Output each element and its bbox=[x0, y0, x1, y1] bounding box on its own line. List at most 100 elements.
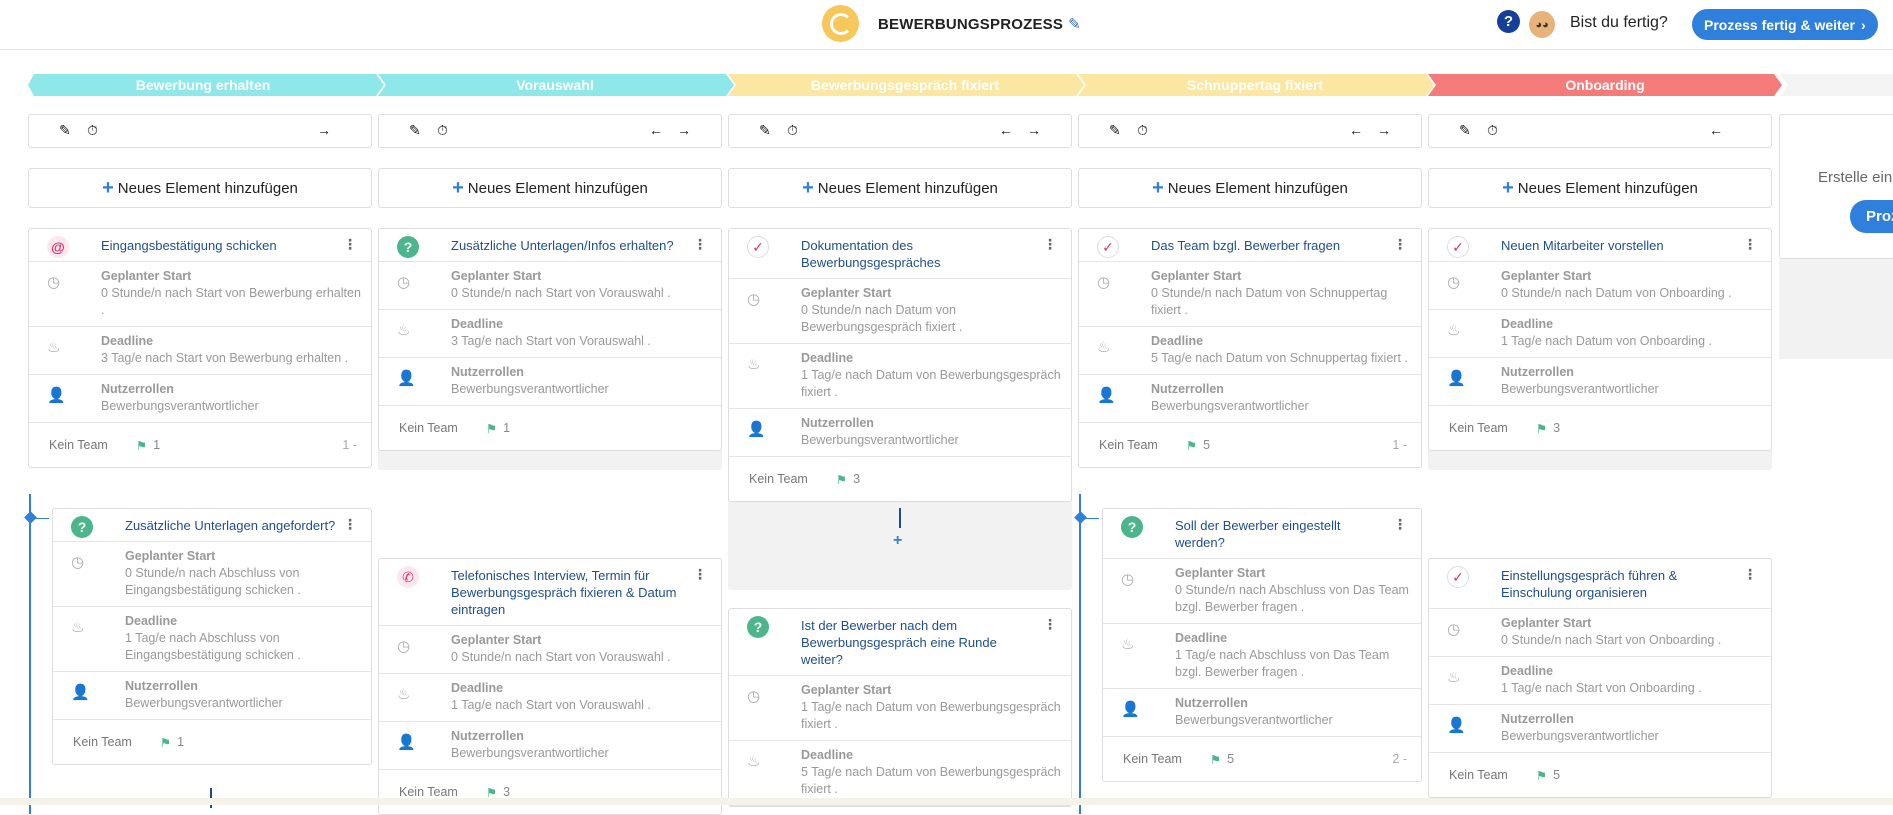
task-card[interactable]: ? Soll der Bewerber eingestellt werden? ⋮ … bbox=[1102, 508, 1422, 782]
app-logo[interactable] bbox=[822, 5, 859, 42]
deadline-label: Deadline bbox=[1151, 334, 1204, 348]
flame-icon: ♨ bbox=[397, 322, 411, 339]
roles-value: Bewerbungsverantwortlicher bbox=[801, 433, 959, 447]
create-stage-button[interactable]: Proz bbox=[1850, 200, 1893, 233]
deadline-value: 1 Tag/e nach Abschluss von Eingangsbestä… bbox=[125, 631, 301, 662]
roles-value: Bewerbungsverantwortlicher bbox=[125, 696, 283, 710]
task-card[interactable]: ? Zusätzliche Unterlagen angefordert? ⋮ ◷ G… bbox=[52, 508, 372, 765]
user-icon: 👤 bbox=[747, 421, 766, 438]
task-card[interactable]: ✆ Telefonisches Interview, Termin für Bew… bbox=[378, 558, 722, 815]
task-title: Neuen Mitarbeiter vorstellen bbox=[1501, 238, 1664, 253]
edit-pencil-icon[interactable]: ✎ bbox=[1459, 122, 1471, 139]
arrow-left-icon[interactable]: ← bbox=[999, 122, 1013, 138]
user-icon: 👤 bbox=[397, 734, 416, 751]
flag-icon: ⚑ bbox=[135, 438, 148, 453]
clock-icon: ◷ bbox=[397, 638, 411, 655]
add-element-button[interactable]: + Neues Element hinzufügen bbox=[728, 168, 1072, 208]
clock-icon: ◷ bbox=[47, 274, 61, 291]
more-options-icon[interactable]: ⋮ bbox=[693, 236, 707, 253]
process-title[interactable]: BEWERBUNGSPROZESS ✎ bbox=[878, 15, 1081, 34]
help-icon[interactable]: ? bbox=[1497, 10, 1520, 33]
roles-label: Nutzerrollen bbox=[1175, 696, 1248, 710]
connector-line bbox=[899, 508, 901, 528]
more-options-icon[interactable]: ⋮ bbox=[1743, 236, 1757, 253]
task-card[interactable]: ? Ist der Bewerber nach dem Bewerbungsges… bbox=[728, 608, 1072, 807]
task-title: Eingangsbestätigung schicken bbox=[101, 238, 277, 253]
add-element-button[interactable]: + Neues Element hinzufügen bbox=[28, 168, 372, 208]
column-toolbar: ✎ ⏱ → bbox=[28, 114, 372, 148]
edit-pencil-icon[interactable]: ✎ bbox=[1109, 122, 1121, 139]
question-icon: ? bbox=[747, 616, 769, 638]
user-icon: 👤 bbox=[47, 387, 66, 404]
flag-icon: ⚑ bbox=[1209, 752, 1222, 767]
more-options-icon[interactable]: ⋮ bbox=[1043, 236, 1057, 253]
more-options-icon[interactable]: ⋮ bbox=[1043, 616, 1057, 633]
more-options-icon[interactable]: ⋮ bbox=[343, 236, 357, 253]
more-options-icon[interactable]: ⋮ bbox=[1393, 236, 1407, 253]
task-title: Zusätzliche Unterlagen/Infos erhalten? bbox=[451, 238, 674, 253]
deadline-label: Deadline bbox=[451, 317, 504, 331]
team-label: Kein Team bbox=[749, 472, 808, 486]
finish-process-button[interactable]: Prozess fertig & weiter › bbox=[1692, 9, 1878, 40]
task-card[interactable]: @ Eingangsbestätigung schicken ⋮ ◷ Geplante… bbox=[28, 228, 372, 468]
user-icon: 👤 bbox=[397, 370, 416, 387]
task-title: Zusätzliche Unterlagen angefordert? bbox=[125, 518, 336, 533]
clock-icon: ◷ bbox=[71, 554, 85, 571]
task-card[interactable]: ✓ Das Team bzgl. Bewerber fragen ⋮ ◷ Geplan… bbox=[1078, 228, 1422, 468]
start-value: 0 Stunde/n nach Abschluss von Das Team b… bbox=[1175, 583, 1409, 614]
stopwatch-icon[interactable]: ⏱ bbox=[1137, 122, 1148, 139]
stage-label-2[interactable]: Vorauswahl bbox=[380, 74, 730, 96]
start-label: Geplanter Start bbox=[1501, 616, 1592, 630]
arrow-left-icon[interactable]: ← bbox=[1709, 122, 1723, 138]
clock-icon: ◷ bbox=[1121, 571, 1135, 588]
add-step-plus-icon[interactable]: + bbox=[893, 532, 902, 550]
roles-label: Nutzerrollen bbox=[451, 365, 524, 379]
task-card[interactable]: ✓ Neuen Mitarbeiter vorstellen ⋮ ◷ Geplante… bbox=[1428, 228, 1772, 451]
stopwatch-icon[interactable]: ⏱ bbox=[787, 122, 798, 139]
more-options-icon[interactable]: ⋮ bbox=[343, 516, 357, 533]
add-element-button[interactable]: + Neues Element hinzufügen bbox=[1428, 168, 1772, 208]
column-toolbar: ✎ ⏱ ← bbox=[1428, 114, 1772, 148]
add-element-button[interactable]: + Neues Element hinzufügen bbox=[378, 168, 722, 208]
task-card[interactable]: ✓ Einstellungsgespräch führen & Einschulu… bbox=[1428, 558, 1772, 798]
stopwatch-icon[interactable]: ⏱ bbox=[87, 122, 98, 139]
stage-label-4[interactable]: Schnuppertag fixiert bbox=[1080, 74, 1430, 96]
stage-label-5[interactable]: Onboarding bbox=[1430, 74, 1780, 96]
stage-label-1[interactable]: Bewerbung erhalten bbox=[28, 74, 378, 96]
arrow-right-icon[interactable]: → bbox=[677, 122, 691, 138]
more-options-icon[interactable]: ⋮ bbox=[693, 566, 707, 583]
arrow-right-icon[interactable]: → bbox=[317, 122, 331, 138]
stage-label-3[interactable]: Bewerbungsgespräch fixiert bbox=[730, 74, 1080, 96]
create-stage-text: Erstelle eine bbox=[1818, 169, 1893, 186]
stage-arrow-next bbox=[1780, 74, 1893, 96]
more-options-icon[interactable]: ⋮ bbox=[1743, 566, 1757, 583]
task-card[interactable]: ? Zusätzliche Unterlagen/Infos erhalten? ⋮… bbox=[378, 228, 722, 451]
add-element-label: Neues Element hinzufügen bbox=[1517, 179, 1698, 197]
edit-pencil-icon[interactable]: ✎ bbox=[59, 122, 71, 139]
add-element-button[interactable]: + Neues Element hinzufügen bbox=[1078, 168, 1422, 208]
deadline-value: 1 Tag/e nach Abschluss von Das Team bzgl… bbox=[1175, 648, 1390, 679]
stage-column-1: ✎ ⏱ → + Neues Element hinzufügen @ Eingang… bbox=[24, 114, 372, 814]
arrow-right-icon[interactable]: → bbox=[1027, 122, 1041, 138]
start-label: Geplanter Start bbox=[801, 286, 892, 300]
arrow-right-icon[interactable]: → bbox=[1377, 122, 1391, 138]
stopwatch-icon[interactable]: ⏱ bbox=[437, 122, 448, 139]
branch-connector bbox=[1083, 518, 1099, 519]
start-label: Geplanter Start bbox=[101, 269, 192, 283]
stopwatch-icon[interactable]: ⏱ bbox=[1487, 122, 1498, 139]
team-label: Kein Team bbox=[1449, 421, 1508, 435]
start-value: 0 Stunde/n nach Start von Vorauswahl . bbox=[451, 286, 671, 300]
arrow-left-icon[interactable]: ← bbox=[649, 122, 663, 138]
clock-icon: ◷ bbox=[1447, 274, 1461, 291]
more-options-icon[interactable]: ⋮ bbox=[1393, 516, 1407, 533]
edit-pencil-icon[interactable]: ✎ bbox=[759, 122, 771, 139]
email-icon: @ bbox=[47, 236, 69, 258]
task-card[interactable]: ✓ Dokumentation des Bewerbungsgespräches ⋮… bbox=[728, 228, 1072, 502]
edit-pencil-icon[interactable]: ✎ bbox=[1068, 15, 1081, 33]
flag-count: 5 bbox=[1553, 768, 1561, 782]
order-indicator: 2 - bbox=[1392, 752, 1407, 766]
team-label: Kein Team bbox=[1099, 438, 1158, 452]
arrow-left-icon[interactable]: ← bbox=[1349, 122, 1363, 138]
question-icon: ? bbox=[1121, 516, 1143, 538]
edit-pencil-icon[interactable]: ✎ bbox=[409, 122, 421, 139]
